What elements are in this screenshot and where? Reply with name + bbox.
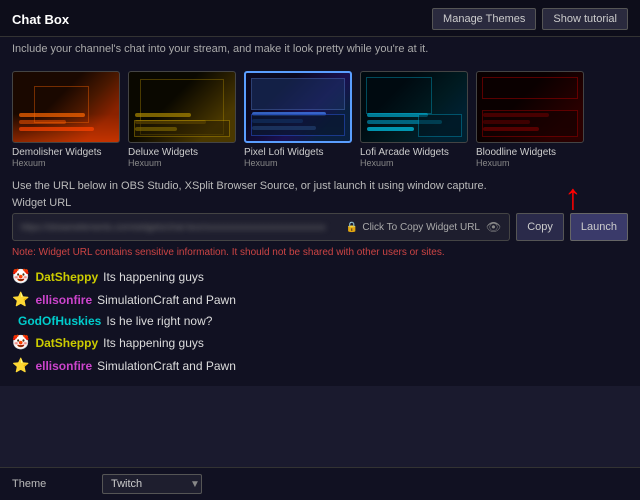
header: Chat Box Manage Themes Show tutorial xyxy=(0,0,640,37)
widget-url-label: Widget URL xyxy=(12,197,71,209)
copy-url-label[interactable]: 🔒 Click To Copy Widget URL xyxy=(346,222,480,233)
theme-card-bloodline[interactable]: Bloodline Widgets Hexuum xyxy=(476,71,584,168)
chat-line-3: GodOfHuskies Is he live right now? xyxy=(12,314,628,328)
theme-brand-pixel: Hexuum xyxy=(244,158,352,168)
theme-name-demolisher: Demolisher Widgets xyxy=(12,147,120,158)
url-info-text: Use the URL below in OBS Studio, XSplit … xyxy=(0,178,640,194)
chat-line-4: 🤡 DatSheppy Its happening guys xyxy=(12,334,628,351)
chat-message-2: SimulationCraft and Pawn xyxy=(97,293,236,307)
chat-message-3: Is he live right now? xyxy=(106,314,212,328)
theme-thumbnail-deluxe xyxy=(128,71,236,143)
theme-label: Theme xyxy=(12,478,92,490)
theme-name-bloodline: Bloodline Widgets xyxy=(476,147,584,158)
chat-username-4: DatSheppy xyxy=(35,336,98,350)
chat-username-1: DatSheppy xyxy=(35,270,98,284)
copy-url-text: Click To Copy Widget URL xyxy=(362,222,480,233)
chat-message-5: SimulationCraft and Pawn xyxy=(97,359,236,373)
theme-brand-arcade: Hexuum xyxy=(360,158,468,168)
theme-card-pixel[interactable]: Pixel Lofi Widgets Hexuum xyxy=(244,71,352,168)
launch-button[interactable]: Launch xyxy=(570,213,628,241)
theme-thumbnail-bloodline xyxy=(476,71,584,143)
chat-message-1: Its happening guys xyxy=(103,270,204,284)
theme-card-arcade[interactable]: Lofi Arcade Widgets Hexuum xyxy=(360,71,468,168)
chat-avatar-1: 🤡 xyxy=(12,268,29,285)
theme-thumbnail-arcade xyxy=(360,71,468,143)
theme-name-pixel: Pixel Lofi Widgets xyxy=(244,147,352,158)
chat-avatar-4: 🤡 xyxy=(12,334,29,351)
lock-icon: 🔒 xyxy=(346,222,358,233)
theme-brand-demolisher: Hexuum xyxy=(12,158,120,168)
theme-select[interactable]: Twitch YouTube Facebook Custom xyxy=(102,474,202,494)
url-row: https://streamelements.com/widgets/chat-… xyxy=(0,209,640,245)
chat-username-3: GodOfHuskies xyxy=(18,314,101,328)
themes-row: Demolisher Widgets Hexuum Deluxe Widgets… xyxy=(0,61,640,178)
subtitle-text: Include your channel's chat into your st… xyxy=(0,37,640,61)
theme-thumbnail-pixel xyxy=(244,71,352,143)
header-buttons: Manage Themes Show tutorial xyxy=(432,8,628,30)
chat-username-5: ellisonfire xyxy=(35,359,92,373)
theme-bottom-bar: Theme Twitch YouTube Facebook Custom ▼ xyxy=(0,467,640,500)
url-note: Note: Widget URL contains sensitive info… xyxy=(0,245,640,262)
eye-icon[interactable]: 👁 xyxy=(486,220,501,234)
theme-name-arcade: Lofi Arcade Widgets xyxy=(360,147,468,158)
theme-thumbnail-demolisher xyxy=(12,71,120,143)
copy-button[interactable]: Copy xyxy=(516,213,564,241)
chat-message-4: Its happening guys xyxy=(103,336,204,350)
theme-brand-deluxe: Hexuum xyxy=(128,158,236,168)
theme-name-deluxe: Deluxe Widgets xyxy=(128,147,236,158)
page-title: Chat Box xyxy=(12,12,69,27)
theme-card-demolisher[interactable]: Demolisher Widgets Hexuum xyxy=(12,71,120,168)
theme-select-wrapper: Twitch YouTube Facebook Custom ▼ xyxy=(102,474,200,494)
chat-line-1: 🤡 DatSheppy Its happening guys xyxy=(12,268,628,285)
theme-card-deluxe[interactable]: Deluxe Widgets Hexuum xyxy=(128,71,236,168)
manage-themes-button[interactable]: Manage Themes xyxy=(432,8,536,30)
chat-line-2: ⭐ ellisonfire SimulationCraft and Pawn xyxy=(12,291,628,308)
chat-avatar-5: ⭐ xyxy=(12,357,29,374)
chat-username-2: ellisonfire xyxy=(35,293,92,307)
show-tutorial-button[interactable]: Show tutorial xyxy=(542,8,628,30)
chat-line-5: ⭐ ellisonfire SimulationCraft and Pawn xyxy=(12,357,628,374)
theme-brand-bloodline: Hexuum xyxy=(476,158,584,168)
chat-section: 🤡 DatSheppy Its happening guys ⭐ ellison… xyxy=(0,262,640,386)
url-input-wrapper: https://streamelements.com/widgets/chat-… xyxy=(12,213,510,241)
url-blurred-text: https://streamelements.com/widgets/chat-… xyxy=(21,222,346,232)
chat-avatar-2: ⭐ xyxy=(12,291,29,308)
